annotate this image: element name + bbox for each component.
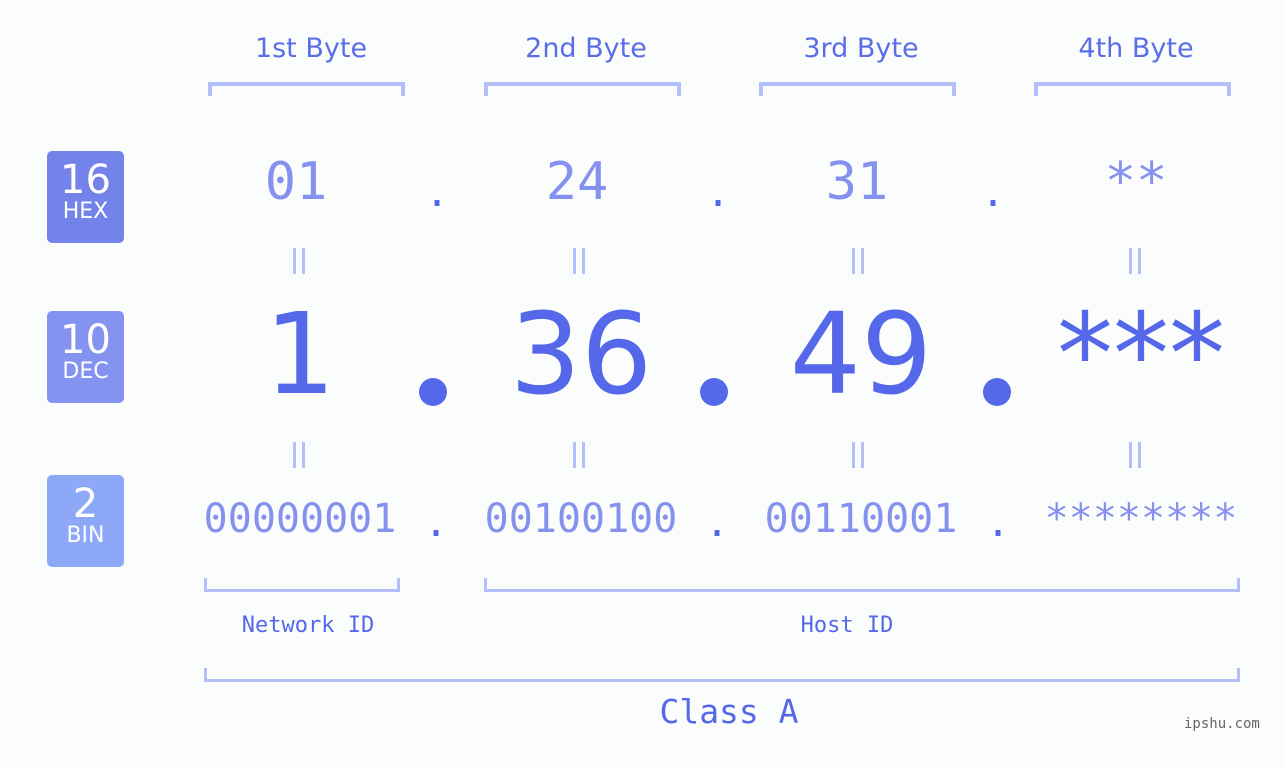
- dec-byte-3: 49: [789, 290, 933, 420]
- network-id-bracket: [204, 578, 400, 592]
- equals-icon: [571, 248, 589, 274]
- byte-bracket-1: [208, 82, 405, 96]
- network-id-label: Network ID: [241, 613, 375, 638]
- bin-byte-4: ********: [1044, 496, 1238, 542]
- equals-icon: [571, 442, 589, 468]
- bin-byte-2: 00100100: [484, 496, 678, 542]
- equals-icon: [850, 248, 868, 274]
- byte-bracket-3: [759, 82, 956, 96]
- hex-separator-2: .: [706, 170, 731, 216]
- hex-byte-3: 31: [825, 152, 889, 212]
- dec-byte-2: 36: [509, 290, 653, 420]
- hex-byte-2: 24: [545, 152, 609, 212]
- bin-badge: 2 BIN: [47, 475, 124, 567]
- bin-separator-1: .: [424, 500, 449, 546]
- class-label: Class A: [659, 692, 799, 731]
- class-bracket: [204, 668, 1240, 682]
- dec-badge-number: 10: [60, 317, 111, 363]
- bin-byte-3: 00110001: [764, 496, 958, 542]
- equals-icon: [1127, 442, 1145, 468]
- byte-bracket-4: [1034, 82, 1231, 96]
- equals-icon: [1127, 248, 1145, 274]
- dec-byte-1: 1: [264, 290, 336, 420]
- byte-header-4: 4th Byte: [1078, 33, 1194, 64]
- dec-separator-3: [983, 378, 1011, 406]
- byte-header-3: 3rd Byte: [803, 33, 919, 64]
- dec-badge: 10 DEC: [47, 311, 124, 403]
- hex-badge-label: HEX: [62, 199, 109, 224]
- bin-byte-1: 00000001: [203, 496, 397, 542]
- host-id-label: Host ID: [800, 613, 894, 638]
- watermark: ipshu.com: [1184, 716, 1260, 732]
- bin-badge-label: BIN: [66, 523, 105, 548]
- dec-separator-1: [419, 378, 447, 406]
- byte-header-2: 2nd Byte: [525, 33, 647, 64]
- hex-byte-4: **: [1104, 152, 1168, 212]
- equals-icon: [850, 442, 868, 468]
- bin-separator-3: .: [986, 500, 1011, 546]
- dec-separator-2: [700, 378, 728, 406]
- dec-byte-4: ***: [1057, 290, 1225, 420]
- hex-badge-number: 16: [60, 157, 111, 203]
- bin-badge-number: 2: [72, 481, 99, 527]
- byte-header-1: 1st Byte: [254, 33, 368, 64]
- byte-bracket-2: [484, 82, 681, 96]
- hex-separator-3: .: [981, 170, 1006, 216]
- equals-icon: [291, 442, 309, 468]
- hex-byte-1: 01: [264, 152, 328, 212]
- bin-separator-2: .: [705, 500, 730, 546]
- hex-badge: 16 HEX: [47, 151, 124, 243]
- host-id-bracket: [484, 578, 1240, 592]
- dec-badge-label: DEC: [62, 359, 109, 384]
- equals-icon: [291, 248, 309, 274]
- hex-separator-1: .: [425, 170, 450, 216]
